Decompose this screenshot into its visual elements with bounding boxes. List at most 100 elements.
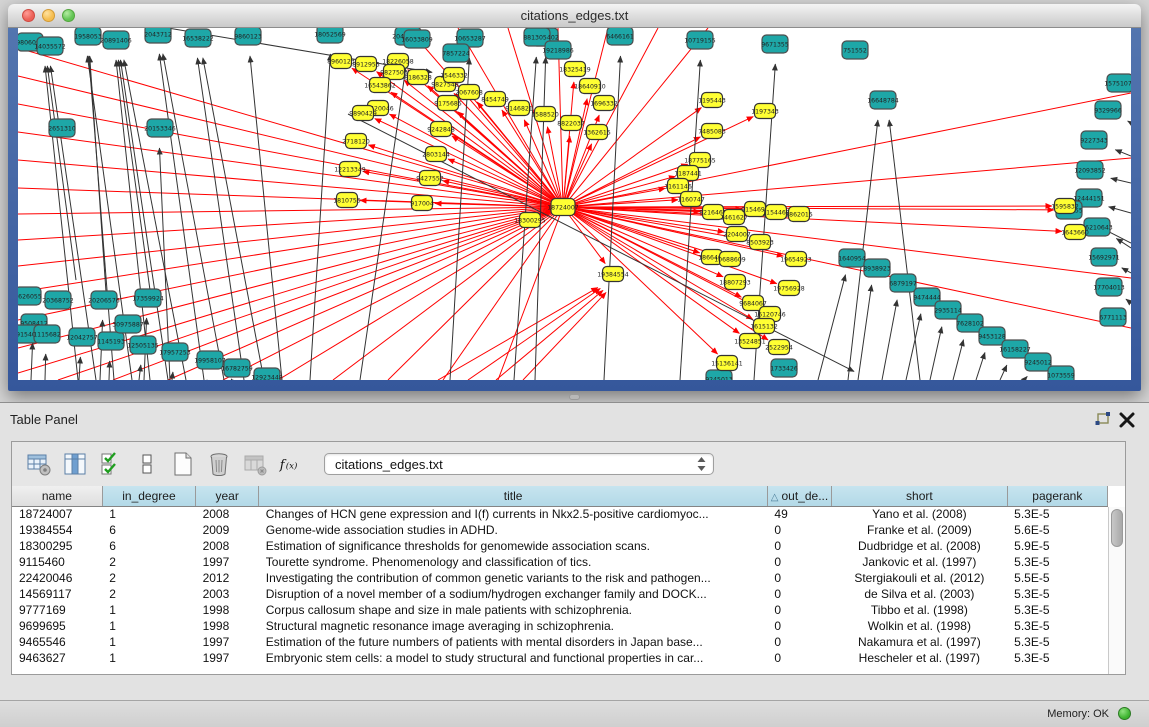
graph-node[interactable]: 19654923: [780, 252, 812, 267]
table-cell[interactable]: de Silva et al. (2003): [832, 586, 1008, 602]
table-cell[interactable]: 6: [102, 522, 195, 538]
graph-node[interactable]: 2626055: [18, 287, 42, 305]
table-cell[interactable]: 5.5E-5: [1007, 570, 1107, 586]
graph-node[interactable]: 8454749: [481, 92, 509, 107]
graph-node[interactable]: 12923448: [251, 368, 283, 380]
graph-node[interactable]: 19218986: [542, 41, 574, 59]
graph-node[interactable]: 16033809: [401, 30, 433, 48]
table-cell[interactable]: 1998: [196, 602, 259, 618]
graph-node[interactable]: 1197343: [751, 104, 779, 119]
column-header-out_de[interactable]: △out_de...: [767, 486, 831, 506]
graph-node[interactable]: 12042757: [66, 328, 98, 346]
graph-node[interactable]: 8912955: [352, 57, 380, 72]
table-cell[interactable]: 5.3E-5: [1007, 650, 1107, 666]
graph-node[interactable]: 7485083: [698, 124, 726, 139]
table-cell[interactable]: 5.3E-5: [1007, 618, 1107, 634]
graph-node[interactable]: 9146821: [505, 101, 533, 116]
table-cell[interactable]: Dudbridge et al. (2008): [832, 538, 1008, 554]
graph-node[interactable]: 30975887: [112, 315, 144, 333]
table-cell[interactable]: 2009: [196, 522, 259, 538]
graph-node[interactable]: 10719155: [684, 31, 716, 49]
graph-node[interactable]: 1115682: [33, 325, 61, 343]
table-cell[interactable]: Yano et al. (2008): [832, 506, 1008, 522]
table-cell[interactable]: 1: [102, 602, 195, 618]
table-cell[interactable]: 22420046: [12, 570, 102, 586]
table-cell[interactable]: Changes of HCN gene expression and I(f) …: [259, 506, 768, 522]
graph-node[interactable]: 18724007: [547, 199, 579, 216]
table-cell[interactable]: 1: [102, 506, 195, 522]
table-row[interactable]: 1456911722003Disruption of a novel membe…: [12, 586, 1108, 602]
table-cell[interactable]: Tibbo et al. (1998): [832, 602, 1008, 618]
graph-node[interactable]: 2067608: [455, 85, 483, 100]
table-cell[interactable]: 19384554: [12, 522, 102, 538]
table-cell[interactable]: 2008: [196, 538, 259, 554]
table-source-dropdown[interactable]: citations_edges.txt: [324, 453, 714, 475]
graph-node[interactable]: 20891406: [100, 31, 132, 49]
table-cell[interactable]: 1997: [196, 554, 259, 570]
graph-node[interactable]: 9890429: [349, 106, 377, 121]
table-settings-icon[interactable]: [26, 451, 52, 477]
graph-node[interactable]: 1862015: [785, 207, 813, 222]
table-cell[interactable]: 1: [102, 634, 195, 650]
table-row[interactable]: 1872400712008Changes of HCN gene express…: [12, 506, 1108, 522]
table-row[interactable]: 911546021997Tourette syndrome. Phenomeno…: [12, 554, 1108, 570]
graph-node[interactable]: 18325419: [559, 62, 591, 77]
graph-node[interactable]: 20368752: [42, 291, 74, 309]
memory-indicator-icon[interactable]: [1118, 707, 1131, 720]
table-cell[interactable]: 0: [767, 522, 831, 538]
table-cell[interactable]: 9699695: [12, 618, 102, 634]
table-cell[interactable]: 2012: [196, 570, 259, 586]
table-cell[interactable]: Genome-wide association studies in ADHD.: [259, 522, 768, 538]
table-cell[interactable]: 0: [767, 650, 831, 666]
graph-node[interactable]: 2043712: [144, 28, 172, 43]
table-cell[interactable]: 1997: [196, 650, 259, 666]
table-cell[interactable]: 9115460: [12, 554, 102, 570]
table-cell[interactable]: 1997: [196, 634, 259, 650]
graph-node[interactable]: 917004: [410, 196, 434, 211]
table-row[interactable]: 946554611997Estimation of the future num…: [12, 634, 1108, 650]
window-titlebar[interactable]: citations_edges.txt: [8, 4, 1141, 28]
graph-node[interactable]: 1588520: [531, 107, 559, 122]
graph-node[interactable]: 1073559: [1047, 366, 1075, 380]
graph-node[interactable]: 8960123: [327, 54, 355, 69]
table-scrollbar-thumb[interactable]: [1111, 509, 1123, 547]
table-cell[interactable]: Hescheler et al. (1997): [832, 650, 1008, 666]
select-rows-icon[interactable]: [98, 451, 124, 477]
table-cell[interactable]: Wolkin et al. (1998): [832, 618, 1008, 634]
table-scrollbar[interactable]: [1108, 507, 1125, 674]
table-cell[interactable]: 2008: [196, 506, 259, 522]
graph-node[interactable]: 17704013: [1093, 278, 1125, 296]
function-builder-icon[interactable]: f (x): [278, 451, 304, 477]
close-panel-icon[interactable]: [1117, 411, 1137, 429]
table-cell[interactable]: 9463627: [12, 650, 102, 666]
graph-node[interactable]: 1546332: [440, 68, 468, 83]
graph-node[interactable]: 9671355: [761, 35, 789, 53]
graph-node[interactable]: 2718120: [342, 134, 370, 149]
table-cell[interactable]: 5.6E-5: [1007, 522, 1107, 538]
column-header-name[interactable]: name: [12, 486, 102, 506]
table-cell[interactable]: 18724007: [12, 506, 102, 522]
table-cell[interactable]: 49: [767, 506, 831, 522]
table-cell[interactable]: Disruption of a novel member of a sodium…: [259, 586, 768, 602]
select-column-icon[interactable]: [62, 451, 88, 477]
column-header-short[interactable]: short: [832, 486, 1008, 506]
graph-node[interactable]: 1958053: [74, 28, 102, 45]
table-cell[interactable]: 14569117: [12, 586, 102, 602]
graph-node[interactable]: 1696332: [590, 96, 618, 111]
table-cell[interactable]: 2: [102, 554, 195, 570]
graph-node[interactable]: 12213349: [334, 162, 366, 177]
table-cell[interactable]: 6: [102, 538, 195, 554]
table-row[interactable]: 969969511998Structural magnetic resonanc…: [12, 618, 1108, 634]
graph-node[interactable]: 6466161: [606, 28, 634, 45]
table-cell[interactable]: 0: [767, 634, 831, 650]
graph-node[interactable]: 9175685: [434, 96, 462, 111]
graph-node[interactable]: 9245013: [705, 370, 733, 380]
graph-node[interactable]: 8503923: [746, 235, 774, 250]
table-cell[interactable]: 1: [102, 618, 195, 634]
table-cell[interactable]: Stergiakouli et al. (2012): [832, 570, 1008, 586]
table-row[interactable]: 946362711997Embryonic stem cells: a mode…: [12, 650, 1108, 666]
graph-node[interactable]: 1160747: [677, 192, 705, 207]
graph-node[interactable]: 6879197: [889, 274, 917, 292]
graph-node[interactable]: 9329966: [1094, 101, 1122, 119]
graph-node[interactable]: 1595832: [1051, 199, 1079, 214]
